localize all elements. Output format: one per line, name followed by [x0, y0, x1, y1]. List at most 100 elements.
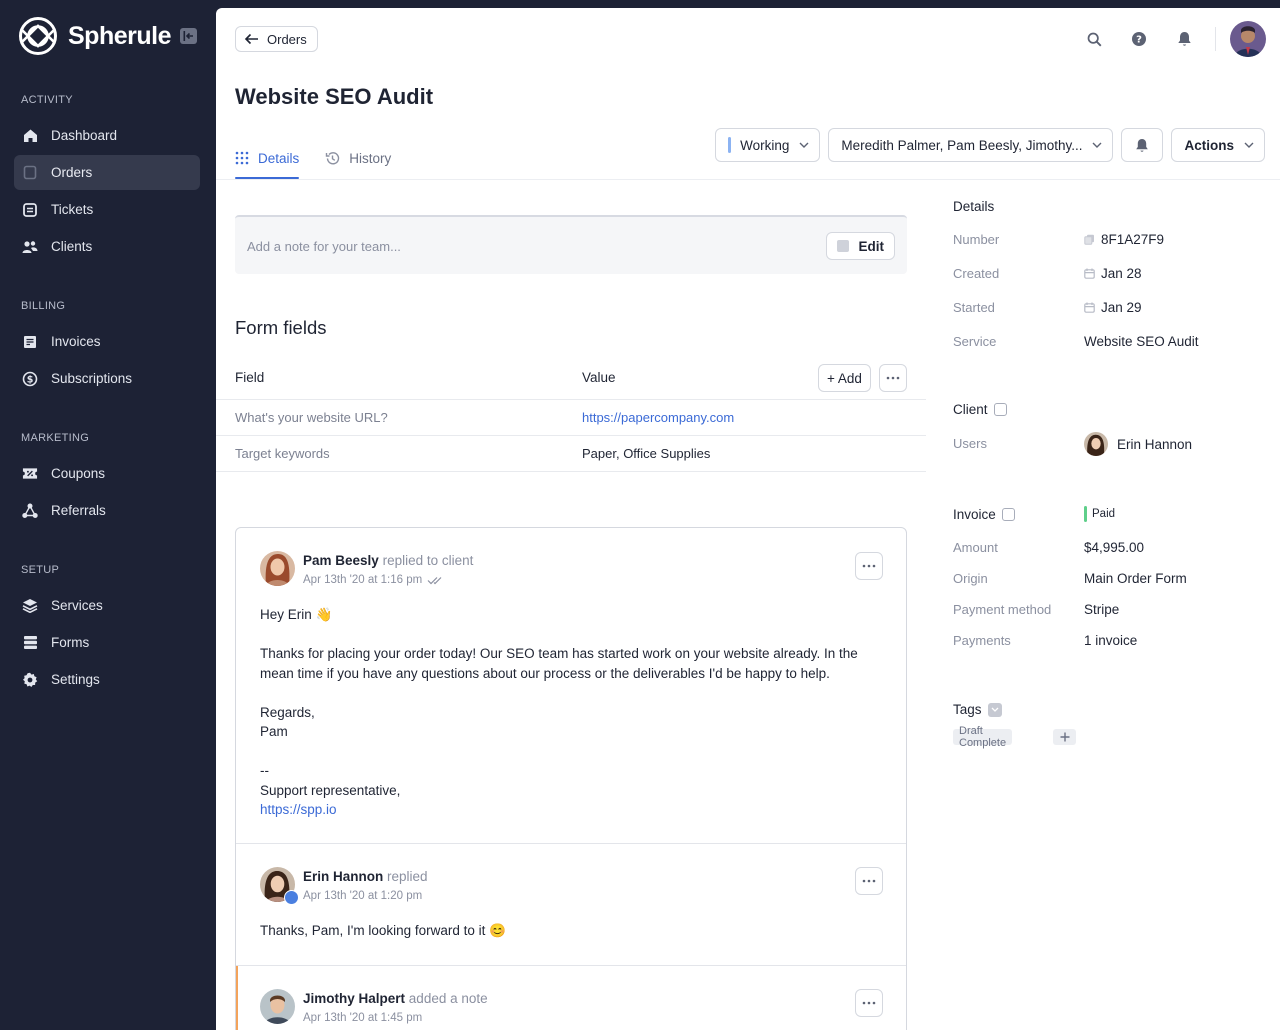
message-author: Erin Hannon replied	[303, 869, 428, 884]
tickets-icon	[22, 202, 38, 218]
add-tag-button[interactable]	[1053, 729, 1076, 745]
message-line: --	[260, 763, 269, 778]
nav-heading: SETUP	[21, 564, 60, 576]
edit-note-button[interactable]: Edit	[825, 232, 895, 260]
detail-user[interactable]: Erin Hannon	[1084, 432, 1192, 456]
column-value: Value	[582, 370, 616, 385]
sidebar-item-settings[interactable]: Settings	[14, 662, 200, 697]
detail-service[interactable]: Website SEO Audit	[1084, 334, 1199, 349]
more-dots-icon	[862, 564, 876, 568]
assignees-value: Meredith Palmer, Pam Beesly, Jimothy...	[841, 137, 1083, 153]
message-line: Thanks for placing your order today! Our…	[260, 646, 858, 681]
detail-payment-method: Stripe	[1084, 602, 1120, 617]
invoice-heading[interactable]: Invoice	[953, 507, 1015, 522]
detail-payments[interactable]: 1 invoice	[1084, 633, 1137, 648]
sidebar-item-dashboard[interactable]: Dashboard	[14, 118, 200, 153]
message-pam: Pam Beesly replied to client Apr 13th '2…	[236, 528, 906, 844]
message-more-button[interactable]	[855, 552, 883, 580]
detail-label: Origin	[953, 571, 988, 586]
field-value: Paper, Office Supplies	[582, 446, 711, 461]
nav-heading: ACTIVITY	[21, 94, 73, 106]
created-date: Jan 28	[1101, 266, 1142, 281]
status-dropdown[interactable]: Working	[715, 128, 821, 162]
detail-label: Started	[953, 300, 995, 315]
message-body: Thanks, Pam, I'm looking forward to it 😊	[260, 923, 506, 938]
nav-section-marketing: MARKETING Coupons Referrals	[0, 430, 216, 530]
top-icons: ?	[1058, 21, 1266, 57]
sidebar-item-coupons[interactable]: Coupons	[14, 456, 200, 491]
details-heading: Details	[953, 199, 995, 214]
sidebar-item-clients[interactable]: Clients	[14, 229, 200, 264]
search-icon[interactable]	[1085, 30, 1103, 48]
sidebar-item-invoices[interactable]: Invoices	[14, 324, 200, 359]
notifications-button[interactable]	[1121, 128, 1164, 162]
sphere-logo-icon	[19, 17, 57, 55]
tab-label: History	[349, 150, 392, 166]
copy-icon[interactable]	[1084, 234, 1095, 245]
author-name: Jimothy Halpert	[303, 991, 406, 1006]
home-icon	[22, 128, 38, 144]
help-icon[interactable]: ?	[1130, 30, 1148, 48]
back-to-orders-button[interactable]: Orders	[235, 26, 318, 52]
history-icon	[326, 151, 340, 164]
tags-heading[interactable]: Tags	[953, 702, 1002, 717]
arrow-left-icon	[244, 33, 258, 45]
calendar-icon	[1084, 268, 1095, 279]
client-heading[interactable]: Client	[953, 402, 1007, 417]
nav-section-billing: BILLING Invoices $ Subscriptions	[0, 298, 216, 398]
author-action: replied to client	[382, 553, 474, 568]
client-user-badge-icon	[284, 890, 299, 905]
message-time: Apr 13th '20 at 1:45 pm	[303, 1012, 422, 1024]
app-window: Spherule ACTIVITY Dashboard Orders Ticke…	[0, 0, 1280, 1030]
avatar	[260, 989, 295, 1024]
double-check-icon	[427, 576, 442, 584]
actions-dropdown[interactable]: Actions	[1171, 128, 1265, 162]
sidebar-item-tickets[interactable]: Tickets	[14, 192, 200, 227]
sidebar-item-forms[interactable]: Forms	[14, 625, 200, 660]
more-dots-icon	[862, 879, 876, 883]
edit-label: Edit	[858, 238, 885, 254]
message-more-button[interactable]	[855, 867, 883, 895]
note-placeholder: Add a note for your team...	[247, 239, 401, 254]
brand[interactable]: Spherule	[18, 16, 171, 56]
message-line: Hey Erin 👋	[260, 607, 333, 622]
field-value-link[interactable]: https://papercompany.com	[582, 410, 734, 425]
external-link-icon	[1001, 508, 1015, 521]
assignees-dropdown[interactable]: Meredith Palmer, Pam Beesly, Jimothy...	[828, 128, 1114, 162]
message-more-button[interactable]	[855, 989, 883, 1017]
invoice-icon	[22, 334, 38, 350]
tags-heading-label: Tags	[953, 702, 982, 717]
message-body: Hey Erin 👋 Thanks for placing your order…	[260, 605, 870, 820]
tab-history[interactable]: History	[325, 137, 391, 179]
collapse-sidebar-button[interactable]	[180, 28, 197, 44]
clients-icon	[22, 239, 38, 255]
sidebar-item-subscriptions[interactable]: $ Subscriptions	[14, 361, 200, 396]
tag-chip[interactable]: Draft Complete	[953, 725, 1013, 749]
bell-icon	[1136, 138, 1149, 152]
sidebar-item-label: Invoices	[51, 334, 101, 349]
sidebar-item-orders[interactable]: Orders	[14, 155, 200, 190]
bell-icon[interactable]	[1175, 30, 1193, 48]
add-field-button[interactable]: + Add	[818, 364, 871, 392]
message-link[interactable]: https://spp.io	[260, 800, 870, 820]
brand-name: Spherule	[68, 21, 171, 50]
detail-label: Service	[953, 334, 997, 349]
form-fields-more-button[interactable]	[879, 364, 907, 392]
author-name: Erin Hannon	[303, 869, 384, 884]
team-note-box[interactable]: Add a note for your team... Edit	[235, 215, 907, 274]
detail-created: Jan 28	[1084, 266, 1142, 281]
timestamp: Apr 13th '20 at 1:20 pm	[303, 890, 423, 902]
page-title: Website SEO Audit	[235, 84, 434, 109]
timestamp: Apr 13th '20 at 1:16 pm	[303, 574, 423, 586]
tab-details[interactable]: Details	[235, 137, 300, 179]
avatar	[1084, 432, 1108, 456]
sidebar-item-label: Services	[51, 598, 103, 613]
sidebar-item-referrals[interactable]: Referrals	[14, 493, 200, 528]
sidebar-item-services[interactable]: Services	[14, 588, 200, 623]
detail-started: Jan 29	[1084, 300, 1142, 315]
detail-label: Amount	[953, 540, 998, 555]
sidebar-item-label: Subscriptions	[51, 371, 133, 386]
actions-label: Actions	[1184, 137, 1234, 153]
user-avatar[interactable]	[1230, 21, 1266, 57]
sidebar-item-label: Clients	[51, 239, 93, 254]
